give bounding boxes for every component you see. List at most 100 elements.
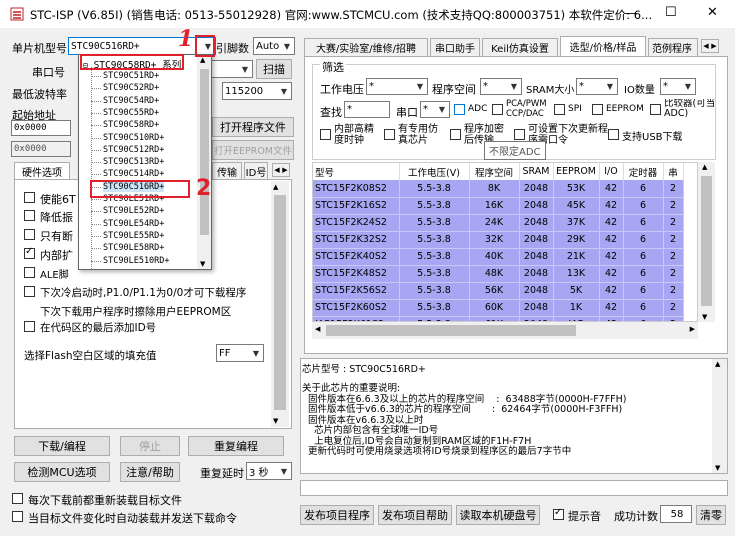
flash-fill-select[interactable]: FF ▼: [216, 344, 264, 362]
dropdown-item[interactable]: STC90LE54RD+: [103, 219, 164, 229]
spi-checkbox[interactable]: [554, 104, 565, 115]
eeprom-checkbox[interactable]: [592, 104, 603, 115]
io-select[interactable]: * ▼: [660, 78, 696, 95]
table-vscrollbar[interactable]: ▲ ▼: [698, 162, 715, 322]
opt2-checkbox[interactable]: [24, 210, 35, 221]
tab-examples[interactable]: 范例程序: [648, 38, 698, 56]
table-row[interactable]: STC15F2K48S2 5.5-3.8 48K 2048 13K 42 6 2: [313, 265, 684, 283]
voltage-select[interactable]: * ▼: [366, 78, 428, 95]
opt6-checkbox[interactable]: [24, 286, 35, 297]
comparator-checkbox[interactable]: [650, 104, 661, 115]
reprogram-button[interactable]: 重复编程: [188, 436, 284, 456]
table-header-cell[interactable]: 型号: [313, 163, 400, 180]
read-disk-button[interactable]: 读取本机硬盘号: [456, 505, 540, 525]
table-header-cell[interactable]: EEPROM: [553, 163, 600, 180]
opt3-checkbox[interactable]: [24, 229, 35, 240]
dropdown-item[interactable]: STC90C51RD+: [103, 71, 159, 81]
opt8-checkbox[interactable]: [24, 321, 35, 332]
table-header-cell[interactable]: 定时器: [623, 163, 664, 180]
dropdown-item[interactable]: STC90C512RD+: [103, 145, 164, 155]
table-header-cell[interactable]: 工作电压(V): [399, 163, 470, 180]
internal-rc-checkbox[interactable]: [320, 129, 331, 140]
addr-input-2[interactable]: 0x0000: [11, 141, 71, 157]
tab-id[interactable]: ID号: [244, 162, 268, 180]
emu-checkbox[interactable]: [384, 129, 395, 140]
chevron-down-icon[interactable]: ▼: [238, 61, 252, 77]
opt1-checkbox[interactable]: [24, 192, 35, 203]
dropdown-item[interactable]: STC90LE58RD+: [103, 243, 164, 253]
table-row[interactable]: STC15F2K08S2 5.5-3.8 8K 2048 53K 42 6 2: [313, 180, 684, 198]
dropdown-item[interactable]: STC90LE510RD+: [103, 256, 170, 266]
delay-select[interactable]: 3 秒 ▼: [246, 462, 292, 480]
search-input[interactable]: *: [344, 101, 390, 118]
dropdown-scrollbar[interactable]: ▲ ▼: [197, 55, 211, 269]
maximize-button[interactable]: ☐: [665, 5, 677, 20]
tab-contest[interactable]: 大赛/实验室/维修/招聘: [304, 38, 428, 56]
close-button[interactable]: ✕: [707, 5, 718, 20]
chevron-down-icon[interactable]: ▼: [277, 463, 291, 479]
publish-help-button[interactable]: 发布项目帮助: [378, 505, 452, 525]
encrypt-checkbox[interactable]: [450, 129, 461, 140]
opt5-checkbox[interactable]: [24, 267, 35, 278]
tab-hardware-options[interactable]: 硬件选项: [14, 162, 70, 180]
tab-serial-assistant[interactable]: 串口助手: [430, 38, 480, 56]
open-program-button[interactable]: 打开程序文件: [212, 117, 294, 137]
table-row[interactable]: STC15F2K60S2 5.5-3.8 60K 2048 1K 42 6 2: [313, 299, 684, 317]
chevron-down-icon[interactable]: ▼: [413, 79, 427, 94]
dropdown-item[interactable]: STC90C54RD+: [103, 96, 159, 106]
dropdown-item[interactable]: STC90C514RD+: [103, 169, 164, 179]
port-select[interactable]: ▼: [208, 60, 253, 78]
table-row[interactable]: STC15F2K32S2 5.5-3.8 32K 2048 29K 42 6 2: [313, 231, 684, 249]
tab-transfer[interactable]: 传输: [212, 162, 242, 180]
chevron-down-icon[interactable]: ▼: [280, 38, 294, 54]
prog-space-select[interactable]: * ▼: [480, 78, 522, 95]
dropdown-item[interactable]: STC90C510RD+: [103, 133, 164, 143]
tab-scroll[interactable]: ◀ ▶: [272, 163, 290, 177]
chevron-down-icon[interactable]: ▼: [507, 79, 521, 94]
dropdown-item[interactable]: STC90C58RD+: [103, 120, 159, 130]
dropdown-item[interactable]: STC90C55RD+: [103, 108, 159, 118]
table-row[interactable]: STC15F2K40S2 5.5-3.8 40K 2048 21K 42 6 2: [313, 248, 684, 266]
dropdown-item[interactable]: STC90C513RD+: [103, 157, 164, 167]
table-hscrollbar[interactable]: ◀ ▶: [312, 322, 698, 339]
dropdown-item[interactable]: STC90C52RD+: [103, 83, 159, 93]
chevron-down-icon[interactable]: ▼: [249, 345, 263, 361]
serial-select[interactable]: * ▼: [420, 101, 450, 118]
detect-mcu-button[interactable]: 检测MCU选项: [14, 462, 110, 482]
autosend-checkbox[interactable]: [12, 511, 23, 522]
pin-select[interactable]: Auto ▼: [253, 37, 295, 55]
reload-checkbox[interactable]: [12, 493, 23, 504]
table-header-cell[interactable]: SRAM: [519, 163, 554, 180]
beep-checkbox[interactable]: [553, 507, 564, 520]
stop-button[interactable]: 停止: [120, 436, 180, 456]
pca-checkbox[interactable]: [492, 104, 503, 115]
table-row[interactable]: STC15F2K16S2 5.5-3.8 16K 2048 45K 42 6 2: [313, 197, 684, 215]
tab-selection-price[interactable]: 选型/价格/样品: [560, 36, 646, 56]
options-scrollbar[interactable]: ▲ ▼: [271, 181, 289, 427]
usb-checkbox[interactable]: [608, 129, 619, 140]
sram-select[interactable]: * ▼: [576, 78, 618, 95]
open-eeprom-button[interactable]: 打开EEPROM文件: [212, 140, 294, 160]
setup-checkbox[interactable]: [514, 129, 525, 140]
table-header-cell[interactable]: 串: [663, 163, 684, 180]
chevron-down-icon[interactable]: ▼: [603, 79, 617, 94]
help-button[interactable]: 注意/帮助: [120, 462, 180, 482]
table-header-cell[interactable]: 程序空间: [469, 163, 520, 180]
download-button[interactable]: 下载/编程: [14, 436, 110, 456]
chip-type-select[interactable]: STC90C516RD+ ▼: [68, 37, 216, 55]
table-row[interactable]: STC15F2K56S2 5.5-3.8 56K 2048 5K 42 6 2: [313, 282, 684, 300]
minimize-button[interactable]: —: [625, 6, 637, 20]
addr-input-1[interactable]: 0x0000: [11, 120, 71, 136]
chevron-down-icon[interactable]: ▼: [277, 83, 291, 99]
dropdown-item[interactable]: STC90LE52RD+: [103, 206, 164, 216]
table-header-cell[interactable]: I/O: [599, 163, 624, 180]
clear-button[interactable]: 清零: [696, 505, 726, 525]
publish-button[interactable]: 发布项目程序: [300, 505, 374, 525]
chevron-down-icon[interactable]: ▼: [681, 79, 695, 94]
scan-button[interactable]: 扫描: [256, 59, 292, 79]
tab-keil[interactable]: Keil仿真设置: [482, 38, 558, 56]
info-scrollbar[interactable]: ▲ ▼: [712, 359, 727, 473]
right-tab-scroll[interactable]: ◀ ▶: [701, 39, 719, 53]
chevron-down-icon[interactable]: ▼: [435, 102, 449, 117]
adc-checkbox[interactable]: [454, 104, 465, 115]
